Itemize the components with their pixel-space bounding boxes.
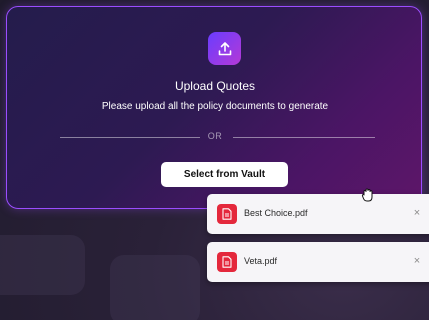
- pdf-file-icon: [217, 204, 237, 224]
- divider-or: OR: [207, 131, 223, 141]
- file-name: Best Choice.pdf: [244, 208, 308, 218]
- upload-dropzone[interactable]: Upload Quotes Please upload all the poli…: [6, 6, 422, 209]
- file-item-veta[interactable]: Veta.pdf ×: [207, 242, 429, 282]
- pdf-file-icon: [217, 252, 237, 272]
- upload-subtitle: Please upload all the policy documents t…: [101, 101, 329, 112]
- upload-title: Upload Quotes: [174, 79, 256, 93]
- divider-right: [233, 137, 375, 138]
- close-icon[interactable]: ×: [411, 254, 423, 268]
- file-name: Veta.pdf: [244, 256, 278, 266]
- select-from-vault-button[interactable]: Select from Vault: [161, 162, 288, 187]
- grab-hand-cursor-icon: [361, 187, 375, 203]
- file-item-best-choice[interactable]: Best Choice.pdf ×: [207, 194, 429, 234]
- background-panel-bottom: [110, 255, 200, 320]
- close-icon[interactable]: ×: [411, 206, 423, 220]
- upload-icon[interactable]: [208, 32, 241, 65]
- background-panel-left: [0, 235, 85, 295]
